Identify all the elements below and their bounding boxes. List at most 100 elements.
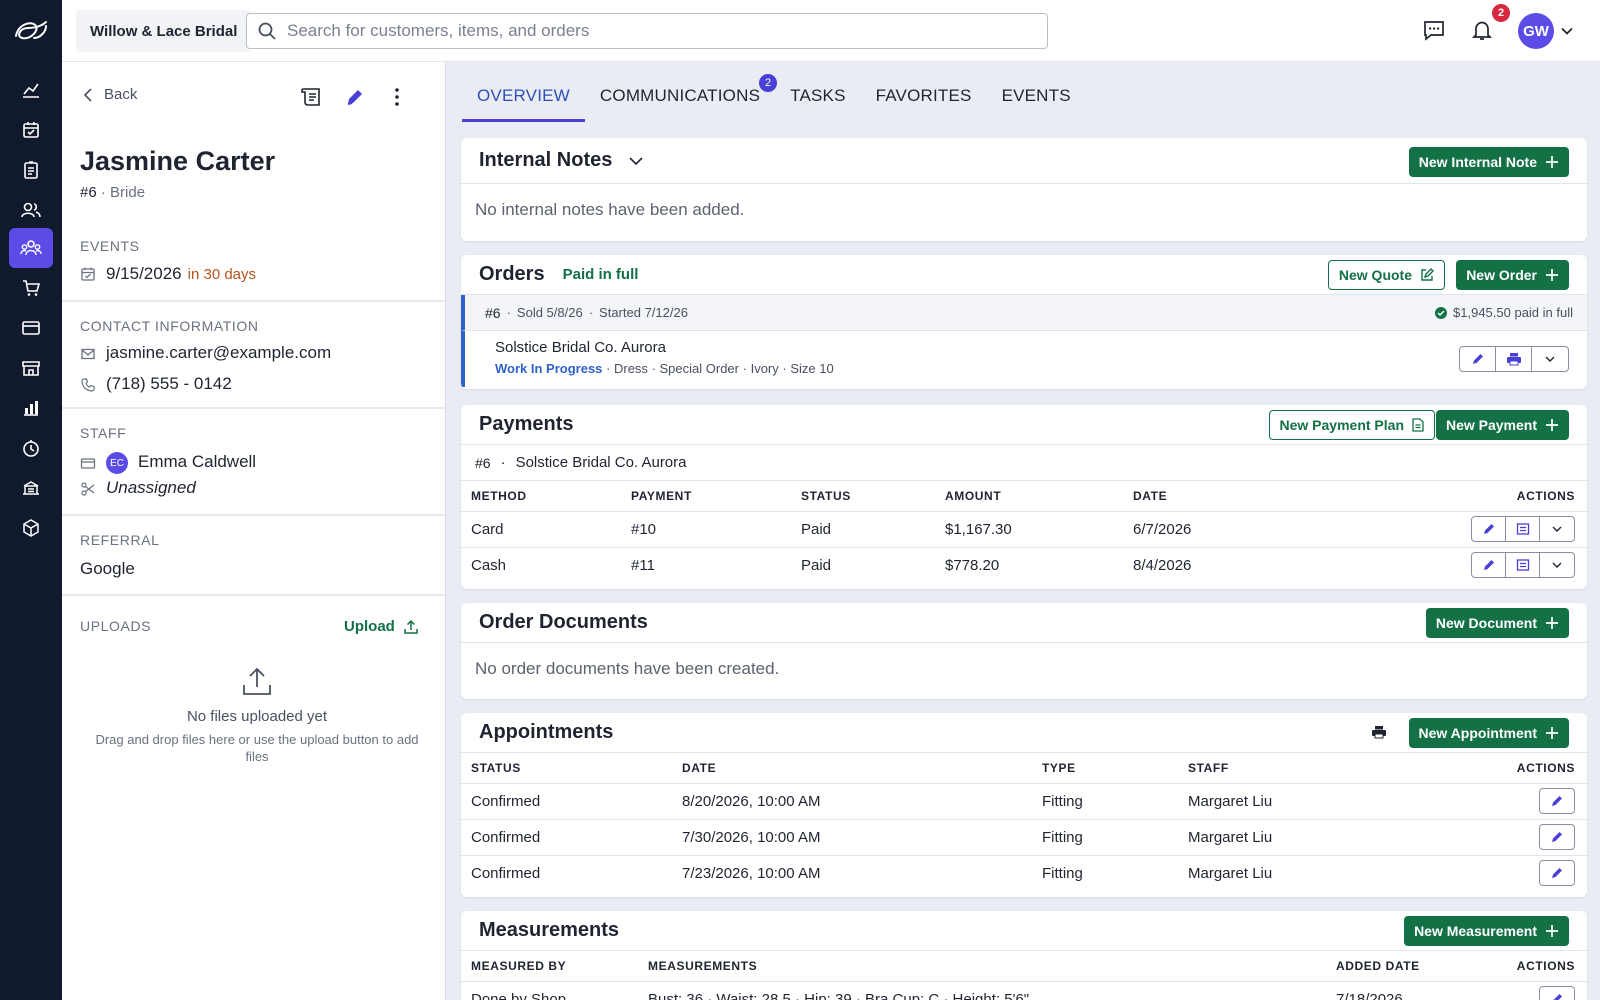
- edit-appointment-button[interactable]: [1539, 788, 1575, 814]
- receipt-icon[interactable]: [1506, 553, 1540, 578]
- appointments-title: Appointments: [479, 721, 614, 743]
- store-name[interactable]: Willow & Lace Bridal: [76, 10, 252, 52]
- event-date-row[interactable]: 9/15/2026 in 30 days: [106, 264, 256, 284]
- chat-icon[interactable]: [1422, 18, 1448, 44]
- bell-icon[interactable]: [1470, 18, 1496, 44]
- edit-pencil-icon[interactable]: [1472, 517, 1506, 541]
- column-header: STAFF: [1178, 753, 1399, 784]
- plus-icon: [1545, 418, 1559, 432]
- search-input[interactable]: [287, 21, 1027, 41]
- chevron-down-icon[interactable]: [1540, 553, 1574, 577]
- payment-actions: [1286, 547, 1587, 583]
- chevron-down-icon[interactable]: [1532, 347, 1568, 371]
- chevron-down-icon[interactable]: [1560, 24, 1574, 38]
- tab-favorites[interactable]: FAVORITES: [861, 86, 987, 122]
- new-measurement-button[interactable]: New Measurement: [1404, 916, 1569, 946]
- chevron-left-icon: [82, 87, 94, 103]
- staff-name[interactable]: Emma Caldwell: [138, 452, 256, 472]
- plus-icon: [1545, 726, 1559, 740]
- measurements-title: Measurements: [479, 919, 620, 941]
- payment-amount: $778.20: [945, 556, 1000, 574]
- separator-dot: ·: [651, 361, 660, 376]
- new-order-button[interactable]: New Order: [1456, 260, 1569, 290]
- orders-status: Paid in full: [562, 266, 639, 283]
- customer-email[interactable]: jasmine.carter@example.com: [106, 343, 331, 363]
- order-meta-row[interactable]: #6 · Sold 5/8/26 · Started 7/12/26 $1,94…: [461, 295, 1587, 331]
- clock-icon[interactable]: [9, 428, 53, 468]
- measurements-table: MEASURED BY MEASUREMENTS ADDED DATE ACTI…: [461, 951, 1587, 1000]
- measurements-header: Measurements New Measurement: [461, 911, 1587, 951]
- tab-communications[interactable]: COMMUNICATIONS 2: [585, 74, 778, 122]
- reports-icon[interactable]: [9, 388, 53, 428]
- edit-measurement-button[interactable]: [1539, 986, 1575, 1000]
- customer-phone[interactable]: (718) 555 - 0142: [106, 374, 232, 394]
- print-icon[interactable]: [1371, 725, 1387, 739]
- contacts-icon[interactable]: [9, 190, 53, 230]
- column-header: ACTIONS: [1466, 951, 1587, 982]
- contact-label: CONTACT INFORMATION: [80, 318, 259, 334]
- credit-card-icon[interactable]: [9, 308, 53, 348]
- separator-dot: ·: [506, 305, 511, 320]
- tab-tasks[interactable]: TASKS: [775, 86, 860, 122]
- appointment-type: Fitting: [1042, 864, 1083, 882]
- appointment-date: 7/30/2026, 10:00 AM: [672, 819, 1032, 856]
- cart-icon[interactable]: [9, 268, 53, 308]
- order-item-row[interactable]: Solstice Bridal Co. Aurora Work In Progr…: [461, 331, 1587, 387]
- orders-header: Orders Paid in full New Quote New Order: [461, 255, 1587, 295]
- storefront-icon[interactable]: [9, 348, 53, 388]
- new-payment-plan-button[interactable]: New Payment Plan: [1268, 410, 1435, 440]
- column-header: STATUS: [461, 753, 672, 784]
- orders-icon[interactable]: [9, 468, 53, 508]
- edit-pencil-icon[interactable]: [1472, 553, 1506, 578]
- chevron-down-icon[interactable]: [1540, 517, 1574, 541]
- clipboard-icon[interactable]: [9, 150, 53, 190]
- notification-count-badge: 2: [1492, 4, 1510, 22]
- upload-button[interactable]: Upload: [344, 618, 419, 635]
- column-header: TYPE: [1032, 753, 1178, 784]
- dashboard-icon[interactable]: [9, 70, 53, 110]
- paid-summary-text: $1,945.50 paid in full: [1453, 305, 1573, 320]
- new-appointment-button[interactable]: New Appointment: [1408, 718, 1569, 748]
- customers-icon[interactable]: [9, 228, 53, 268]
- new-payment-button[interactable]: New Payment: [1435, 410, 1569, 440]
- register-icon: [80, 455, 98, 473]
- edit-pencil-icon[interactable]: [342, 84, 368, 110]
- tab-overview[interactable]: OVERVIEW: [462, 86, 585, 122]
- edit-appointment-button[interactable]: [1539, 860, 1575, 887]
- back-button[interactable]: Back: [82, 86, 137, 103]
- upload-icon: [403, 619, 419, 635]
- tab-events[interactable]: EVENTS: [987, 86, 1086, 122]
- print-icon[interactable]: [1496, 347, 1532, 371]
- user-avatar[interactable]: GW: [1518, 13, 1554, 49]
- event-due: in 30 days: [187, 266, 257, 283]
- payment-method: Cash: [471, 556, 507, 574]
- more-vertical-icon[interactable]: [384, 84, 410, 110]
- receipt-icon[interactable]: [1506, 517, 1540, 541]
- uploads-empty-text: Drag and drop files here or use the uplo…: [95, 732, 419, 764]
- chevron-down-icon[interactable]: [628, 153, 644, 169]
- search-box[interactable]: [246, 13, 1048, 49]
- package-icon[interactable]: [9, 508, 53, 548]
- new-internal-note-label: New Internal Note: [1418, 154, 1537, 170]
- payment-status: Paid: [801, 556, 832, 574]
- edit-pencil-icon[interactable]: [1460, 347, 1496, 371]
- edit-pencil-icon: [1552, 868, 1562, 879]
- receipt-icon[interactable]: [298, 84, 324, 110]
- appointment-status: Confirmed: [461, 819, 672, 856]
- order-item-status[interactable]: Work In Progress: [495, 361, 602, 376]
- edit-appointment-button[interactable]: [1539, 824, 1575, 850]
- new-document-button[interactable]: New Document: [1425, 608, 1569, 638]
- new-internal-note-button[interactable]: New Internal Note: [1408, 147, 1569, 177]
- phone-icon: [80, 377, 98, 395]
- app-logo-icon[interactable]: [12, 16, 50, 46]
- top-bar: Willow & Lace Bridal 2 GW: [62, 0, 1600, 62]
- new-quote-button[interactable]: New Quote: [1327, 260, 1445, 290]
- uploads-label: UPLOADS: [80, 618, 152, 634]
- payment-number[interactable]: #11: [621, 547, 791, 583]
- payments-header: Payments New Payment Plan New Payment: [461, 405, 1587, 445]
- calendar-check-icon[interactable]: [9, 110, 53, 150]
- separator-dot: ·: [588, 305, 594, 320]
- new-document-label: New Document: [1435, 615, 1537, 631]
- payment-number[interactable]: #10: [621, 511, 791, 548]
- staff-unassigned[interactable]: Unassigned: [106, 478, 196, 498]
